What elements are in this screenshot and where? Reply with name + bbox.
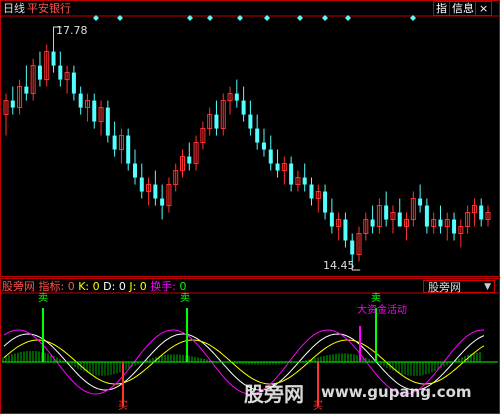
info-button[interactable]: 信息 — [449, 1, 477, 16]
watermark-url: www.gupang.com — [321, 383, 472, 401]
candle-body-62 — [424, 205, 429, 227]
indicator-source: 股旁网 — [2, 280, 35, 293]
indicator-prefix-value: 0 — [67, 280, 75, 293]
candle-body-19 — [132, 163, 137, 178]
low-price-label: 14.45 — [323, 259, 355, 272]
candle-body-10 — [71, 72, 76, 94]
indicator-selector-value: 股旁网 — [428, 281, 461, 294]
candle-body-66 — [452, 219, 457, 234]
k-name: K: — [78, 280, 90, 293]
candle-body-45 — [309, 184, 314, 199]
close-button[interactable]: × — [475, 1, 493, 16]
candle-body-22 — [153, 184, 158, 199]
candle-body-47 — [323, 191, 328, 213]
candle-body-42 — [289, 163, 294, 185]
d-value: 0 — [118, 280, 126, 293]
candle-body-18 — [126, 135, 131, 164]
candle-body-23 — [160, 198, 165, 206]
candle-body-50 — [343, 219, 348, 241]
candle-body-40 — [275, 163, 280, 171]
candle-body-20 — [139, 177, 144, 192]
candle-body-36 — [248, 114, 253, 129]
candle-body-48 — [329, 212, 334, 227]
buy-signal-label-2: 买 — [313, 401, 323, 412]
stock-name: 平安银行 — [27, 2, 71, 15]
candle-body-56 — [384, 205, 389, 220]
candle-body-13 — [92, 100, 97, 122]
candle-body-58 — [397, 212, 402, 227]
candle-body-31 — [214, 114, 219, 129]
candle-body-39 — [268, 149, 273, 164]
candle-body-70 — [479, 205, 484, 220]
index-button[interactable]: 指 — [433, 1, 450, 16]
sell-signal-label-1: 卖 — [38, 293, 48, 304]
candle-body-1 — [10, 100, 15, 108]
watermark-text: 股旁网 — [244, 382, 304, 406]
candle-body-11 — [78, 93, 83, 108]
sell-signal-label-2: 卖 — [180, 293, 190, 304]
candle-body-3 — [24, 86, 29, 94]
candle-body-35 — [241, 100, 246, 115]
k-value: 0 — [92, 280, 100, 293]
candlestick-chart[interactable] — [0, 0, 500, 277]
candle-body-34 — [234, 93, 239, 101]
turnover-name: 换手: — [150, 280, 176, 293]
candle-body-8 — [58, 65, 63, 80]
candle-body-27 — [187, 156, 192, 164]
candle-body-44 — [302, 177, 307, 185]
candle-body-38 — [261, 142, 266, 150]
candle-body-61 — [418, 198, 423, 206]
indicator-selector[interactable]: 股旁网 ▼ — [423, 280, 495, 294]
candle-body-7 — [51, 51, 56, 66]
d-name: D: — [103, 280, 116, 293]
j-name: J: — [129, 280, 137, 293]
indicator-header: 股旁网 指标: 0 K: 0 D: 0 J: 0 换手: 0 — [2, 280, 187, 293]
candle-body-64 — [438, 219, 443, 227]
buy-signal-label-1: 买 — [118, 401, 128, 412]
candle-body-16 — [112, 135, 117, 150]
price-chart-pane[interactable]: 日线 平安银行 指 信息 × 17.78 14.45 — [0, 0, 500, 277]
period-label[interactable]: 日线 — [3, 2, 25, 15]
j-value: 0 — [139, 280, 147, 293]
chevron-down-icon: ▼ — [484, 282, 491, 292]
candle-body-54 — [370, 219, 375, 227]
price-frame — [0, 0, 500, 277]
candle-body-37 — [255, 128, 260, 143]
candle-body-51 — [350, 240, 355, 255]
big-money-annotation: 大资金活动 — [357, 305, 407, 316]
candle-body-5 — [37, 65, 42, 80]
candle-body-15 — [105, 107, 110, 136]
high-price-label: 17.78 — [56, 24, 88, 37]
